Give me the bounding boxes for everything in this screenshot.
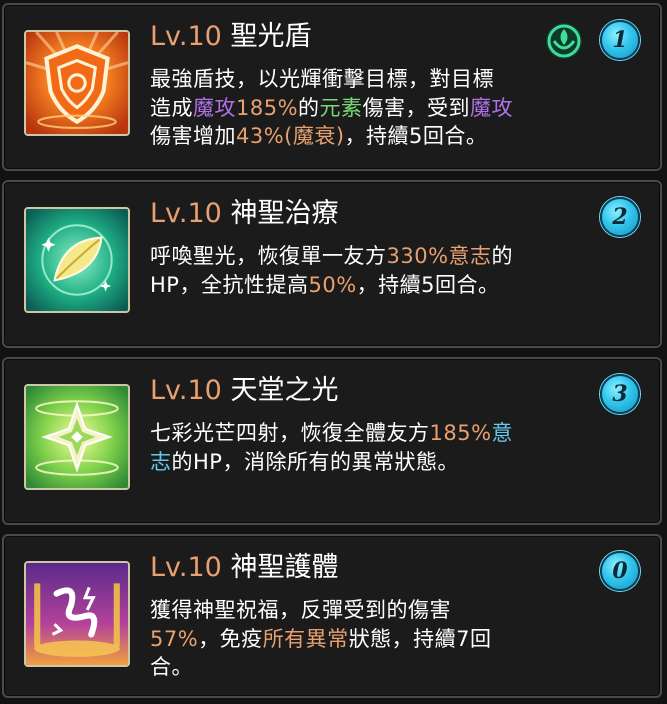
badge-number: 1 (612, 27, 628, 53)
desc-text: 造成 (150, 95, 193, 120)
wood-element-icon (544, 21, 584, 61)
desc-number: 185% (429, 421, 492, 445)
desc-text: 傷害增加 (150, 124, 236, 148)
desc-line: 呼喚聖光，恢復單一友方330%意志的 (150, 242, 513, 271)
desc-text: 的 (491, 244, 514, 268)
desc-text: 獲得神聖祝福，反彈受到的傷害 (150, 598, 451, 622)
desc-text: 的 (298, 95, 320, 120)
skill-name: 聖光盾 (230, 21, 312, 52)
count-badge: 1 (600, 20, 640, 60)
desc-number: 185% (236, 95, 299, 120)
desc-text: ，免疫 (198, 626, 263, 651)
desc-text: 傷害，受到 (362, 95, 471, 120)
desc-text: ，持續5回合。 (344, 124, 488, 148)
desc-keyword: 魔攻 (470, 95, 514, 120)
desc-text: HP，全抗性提高 (150, 272, 309, 297)
desc-number: 43%(魔衰) (236, 124, 345, 148)
skill-description: 最強盾技，以光輝衝擊目標，對目標 造成魔攻185%的元素傷害，受到魔攻 傷害增加… (150, 65, 513, 151)
desc-text: 七彩光芒四射，恢復全體友方 (150, 421, 430, 445)
count-badge: 0 (600, 551, 640, 591)
skill-description: 獲得神聖祝福，反彈受到的傷害 57%，免疫所有異常狀態，持續7回 合。 (150, 596, 492, 682)
desc-keyword: 所有異常 (262, 626, 349, 651)
shield-emblem-icon (24, 30, 130, 136)
skill-card-2[interactable]: Lv.10 神聖治療 呼喚聖光，恢復單一友方330%意志的 HP，全抗性提高50… (2, 180, 662, 348)
desc-keyword: 元素 (319, 95, 363, 120)
desc-line: 最強盾技，以光輝衝擊目標，對目標 (150, 65, 513, 94)
count-badge: 3 (600, 374, 640, 414)
desc-keyword: 意 (491, 421, 514, 445)
skill-card-3[interactable]: Lv.10 天堂之光 七彩光芒四射，恢復全體友方185%意 志的HP，消除所有的… (2, 357, 662, 525)
skill-title: Lv.10 聖光盾 (150, 20, 311, 54)
skill-description: 七彩光芒四射，恢復全體友方185%意 志的HP，消除所有的異常狀態。 (150, 419, 513, 476)
skill-name: 天堂之光 (230, 375, 339, 406)
skill-level: Lv.10 (150, 552, 222, 583)
desc-keyword: 志 (150, 449, 172, 474)
desc-line: 獲得神聖祝福，反彈受到的傷害 (150, 596, 492, 625)
holy-ward-icon (24, 561, 130, 667)
skill-card-4[interactable]: Lv.10 神聖護體 獲得神聖祝福，反彈受到的傷害 57%，免疫所有異常狀態，持… (2, 534, 662, 698)
desc-keyword: 魔攻 (193, 95, 236, 120)
desc-line: HP，全抗性提高50%，持續5回合。 (150, 271, 513, 300)
skill-name: 神聖治療 (230, 198, 339, 229)
desc-line: 志的HP，消除所有的異常狀態。 (150, 448, 513, 477)
skill-card-1[interactable]: Lv.10 聖光盾 最強盾技，以光輝衝擊目標，對目標 造成魔攻185%的元素傷害… (2, 3, 662, 171)
skill-name: 神聖護體 (230, 552, 339, 583)
badge-number: 2 (612, 204, 628, 230)
desc-number: 330% (386, 244, 449, 268)
desc-number: 57% (150, 626, 199, 651)
radiant-star-icon (24, 384, 130, 490)
desc-number: 50% (308, 272, 357, 297)
count-badge: 2 (600, 197, 640, 237)
skill-level: Lv.10 (150, 21, 222, 52)
desc-text: 的HP，消除所有的異常狀態。 (171, 449, 459, 474)
desc-line: 七彩光芒四射，恢復全體友方185%意 (150, 419, 513, 448)
desc-text: 合。 (150, 655, 193, 679)
skill-description: 呼喚聖光，恢復單一友方330%意志的 HP，全抗性提高50%，持續5回合。 (150, 242, 513, 299)
desc-text: 呼喚聖光，恢復單一友方 (150, 244, 387, 268)
leaf-heal-icon (24, 207, 130, 313)
skill-title: Lv.10 神聖治療 (150, 197, 338, 231)
desc-keyword: 意志 (448, 244, 492, 268)
desc-line: 傷害增加43%(魔衰)，持續5回合。 (150, 122, 513, 151)
badge-number: 0 (612, 558, 628, 584)
desc-line: 57%，免疫所有異常狀態，持續7回 (150, 625, 492, 654)
skill-level: Lv.10 (150, 375, 222, 406)
desc-line: 造成魔攻185%的元素傷害，受到魔攻 (150, 94, 513, 123)
badge-number: 3 (612, 381, 628, 407)
skill-title: Lv.10 神聖護體 (150, 551, 338, 585)
desc-text: ，持續5回合。 (356, 272, 500, 297)
desc-text: 最強盾技，以光輝衝擊目標，對目標 (150, 67, 494, 91)
skill-level: Lv.10 (150, 198, 222, 229)
desc-text: 狀態，持續7回 (348, 626, 492, 651)
skill-title: Lv.10 天堂之光 (150, 374, 338, 408)
desc-line: 合。 (150, 653, 492, 682)
